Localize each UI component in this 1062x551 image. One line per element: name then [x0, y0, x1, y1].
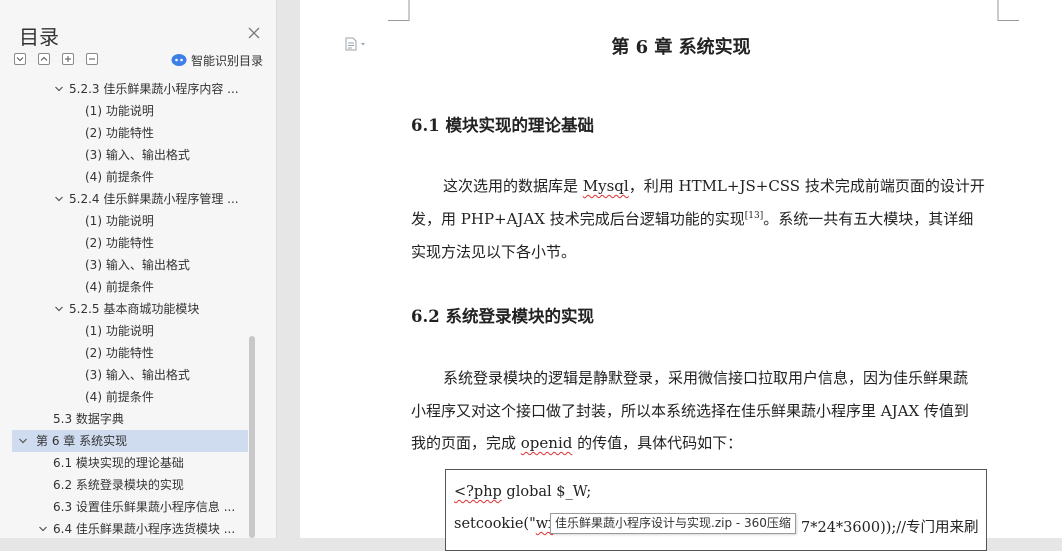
minus-icon: [89, 58, 95, 60]
toc-item-label: (3) 输入、输出格式: [85, 148, 190, 162]
toc-item[interactable]: (4) 前提条件: [12, 386, 248, 408]
toc-item[interactable]: (1) 功能说明: [12, 100, 248, 122]
toc-item[interactable]: (2) 功能特性: [12, 122, 248, 144]
toc-item-label: 5.3 数据字典: [53, 412, 124, 426]
add-heading-button[interactable]: [62, 53, 74, 65]
spellcheck-word: Mysql: [582, 177, 629, 195]
toc-item[interactable]: 第 6 章 系统实现: [12, 430, 248, 452]
code-token: setcookie(": [454, 516, 536, 532]
toc-item[interactable]: (1) 功能说明: [12, 320, 248, 342]
crop-mark-right: [997, 0, 1019, 21]
toc-item-label: (4) 前提条件: [85, 170, 154, 184]
chevron-down-icon[interactable]: [38, 524, 48, 534]
toc-scrollbar[interactable]: [249, 336, 255, 538]
toc-item-label: (3) 输入、输出格式: [85, 368, 190, 382]
ai-cloud-icon: [171, 54, 187, 66]
document-page: 第 6 章 系统实现 6.1 模块实现的理论基础 这次选用的数据库是 Mysql…: [300, 0, 1062, 551]
paragraph-line: 发，用 PHP+AJAX 技术完成后台逻辑功能的实现[13]。系统一共有五大模块…: [411, 208, 1001, 229]
toc-item-label: (1) 功能说明: [85, 214, 154, 228]
chevron-down-icon[interactable]: [18, 436, 28, 446]
toc-item[interactable]: 5.2.4 佳乐鲜果蔬小程序管理 ...: [12, 188, 248, 210]
toc-item[interactable]: 5.2.5 基本商城功能模块: [12, 298, 248, 320]
remove-heading-button[interactable]: [86, 53, 98, 65]
code-line: <?php global $_W;: [454, 484, 591, 500]
toc-item[interactable]: 6.2 系统登录模块的实现: [12, 474, 248, 496]
toc-item[interactable]: 6.3 设置佳乐鲜果蔬小程序信息 ...: [12, 496, 248, 518]
chevron-up-icon: [40, 56, 48, 61]
text-run: ，利用 HTML+JS+CSS 技术完成前端页面的设计开: [628, 177, 985, 195]
text-run: 。系统一共有五大模块，其详细: [763, 210, 974, 228]
citation: [13]: [744, 211, 764, 221]
text-run: 发，用 PHP+AJAX 技术完成后台逻辑功能的实现: [411, 210, 745, 228]
plus-icon: [65, 56, 71, 62]
toc-item[interactable]: (1) 功能说明: [12, 210, 248, 232]
toc-title: 目录: [19, 25, 59, 49]
toc-item-label: (4) 前提条件: [85, 280, 154, 294]
chevron-down-icon[interactable]: [54, 84, 64, 94]
toc-item[interactable]: (3) 输入、输出格式: [12, 254, 248, 276]
smart-toc-button[interactable]: 智能识别目录: [171, 51, 263, 69]
toc-item-label: (1) 功能说明: [85, 324, 154, 338]
text-run: 这次选用的数据库是: [443, 177, 583, 195]
toc-item-label: 5.2.5 基本商城功能模块: [69, 302, 200, 316]
code-token: global $_W;: [501, 484, 592, 500]
toc-item-label: 5.2.4 佳乐鲜果蔬小程序管理 ...: [69, 192, 239, 206]
toc-item-label: 6.1 模块实现的理论基础: [53, 456, 184, 470]
toc-item-label: (4) 前提条件: [85, 390, 154, 404]
toc-item-label: (1) 功能说明: [85, 104, 154, 118]
close-icon[interactable]: [247, 26, 261, 40]
toc-tree: 5.2.3 佳乐鲜果蔬小程序内容 ... (1) 功能说明 (2) 功能特性 (3) …: [12, 78, 266, 538]
chevron-down-icon[interactable]: [54, 194, 64, 204]
expand-all-button[interactable]: [38, 53, 50, 65]
toc-item[interactable]: (4) 前提条件: [12, 166, 248, 188]
paragraph-line: 小程序又对这个接口做了封装，所以本系统选择在佳乐鲜果蔬小程序里 AJAX 传值到: [411, 402, 969, 420]
chevron-down-icon: [16, 57, 24, 62]
paragraph-line: 实现方法见以下各小节。: [411, 243, 577, 261]
toc-item-label: (2) 功能特性: [85, 126, 154, 140]
paragraph-line: 这次选用的数据库是 Mysql，利用 HTML+JS+CSS 技术完成前端页面的…: [443, 175, 1033, 196]
code-token: <?php: [454, 484, 502, 500]
spellcheck-word: openid: [520, 434, 573, 452]
toc-item[interactable]: 5.3 数据字典: [12, 408, 248, 430]
toc-item-label: (2) 功能特性: [85, 346, 154, 360]
toc-item[interactable]: (4) 前提条件: [12, 276, 248, 298]
toc-item-label: 6.3 设置佳乐鲜果蔬小程序信息 ...: [53, 500, 236, 514]
paragraph-line: 系统登录模块的逻辑是静默登录，采用微信接口拉取用户信息，因为佳乐鲜果蔬: [443, 369, 969, 387]
section-heading-6-2: 6.2 系统登录模块的实现: [411, 307, 594, 326]
toc-panel: 目录 智能识别目录 5.2.3 佳乐鲜果蔬小程序内容 ... (1) 功能说明 (2…: [0, 0, 277, 538]
code-block: <?php global $_W; setcookie("wx 7*24*360…: [445, 469, 987, 551]
text-run: 我的页面，完成: [411, 434, 521, 452]
toc-item-label: 6.2 系统登录模块的实现: [53, 478, 184, 492]
taskbar-tooltip: 佳乐鲜果蔬小程序设计与实现.zip - 360压缩: [550, 513, 796, 534]
toc-item[interactable]: (2) 功能特性: [12, 342, 248, 364]
text-run: 的传值，具体代码如下：: [572, 434, 743, 452]
code-line: setcookie("wx: [454, 516, 556, 532]
toc-item-label: (2) 功能特性: [85, 236, 154, 250]
code-line-tail: 7*24*3600));//专门用来刷: [801, 520, 979, 536]
collapse-all-button[interactable]: [14, 53, 26, 65]
toc-item[interactable]: (3) 输入、输出格式: [12, 364, 248, 386]
crop-mark-left: [388, 0, 410, 21]
paragraph-line: 我的页面，完成 openid 的传值，具体代码如下：: [411, 432, 1001, 453]
toc-header: 目录 智能识别目录: [0, 0, 276, 76]
toc-item-label: 6.4 佳乐鲜果蔬小程序选货模块 ...: [53, 522, 236, 536]
toc-item[interactable]: (2) 功能特性: [12, 232, 248, 254]
toc-item[interactable]: 6.1 模块实现的理论基础: [12, 452, 248, 474]
toc-item-label: (3) 输入、输出格式: [85, 258, 190, 272]
section-heading-6-1: 6.1 模块实现的理论基础: [411, 116, 594, 135]
chevron-down-icon[interactable]: [54, 304, 64, 314]
toc-item[interactable]: 6.4 佳乐鲜果蔬小程序选货模块 ...: [12, 518, 248, 538]
toc-item-label: 第 6 章 系统实现: [36, 434, 128, 448]
chapter-title: 第 6 章 系统实现: [611, 37, 751, 58]
toc-item-label: 5.2.3 佳乐鲜果蔬小程序内容 ...: [69, 82, 239, 96]
toc-item[interactable]: 5.2.3 佳乐鲜果蔬小程序内容 ...: [12, 78, 248, 100]
toc-item[interactable]: (3) 输入、输出格式: [12, 144, 248, 166]
smart-toc-label: 智能识别目录: [191, 53, 264, 68]
